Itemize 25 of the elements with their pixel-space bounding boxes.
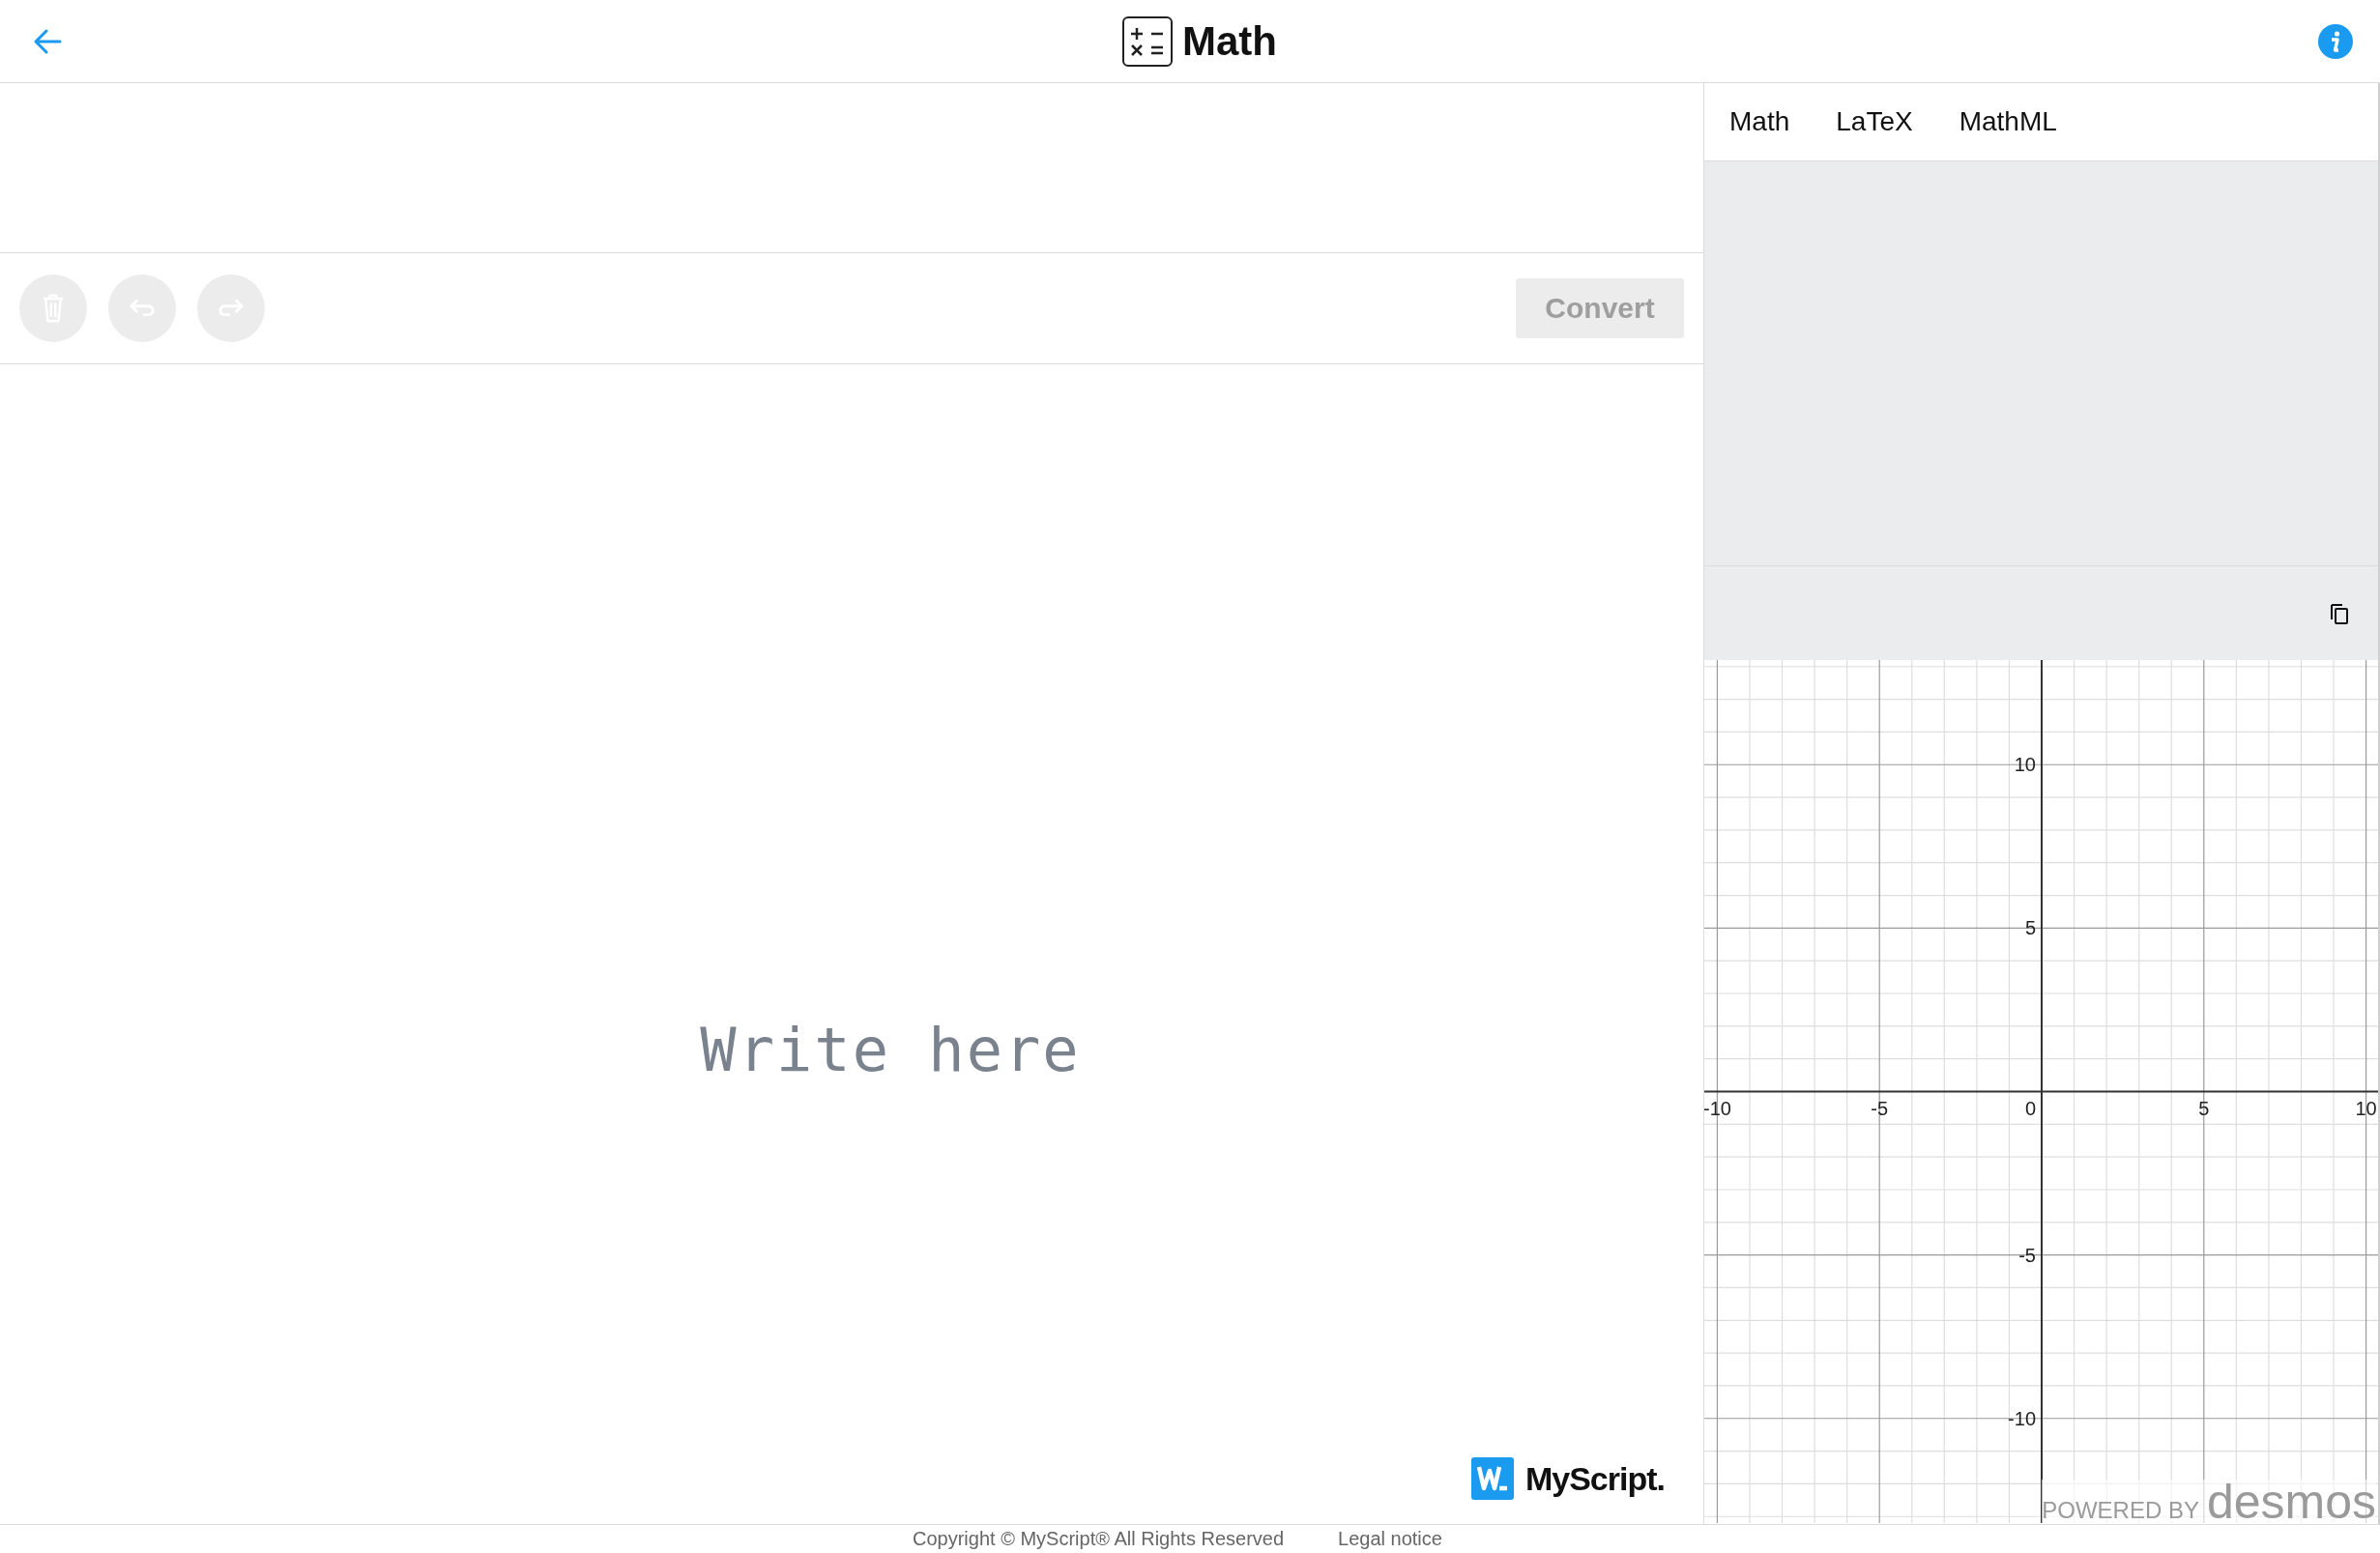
copy-icon[interactable] [2328,601,2351,625]
x-tick-label: 10 [2355,1097,2377,1119]
y-tick-label: 5 [2024,917,2036,939]
y-tick-label: 10 [2014,754,2036,776]
legal-notice-link[interactable]: Legal notice [1338,1528,1442,1550]
origin-label: 0 [2024,1097,2036,1119]
format-tab[interactable]: MathML [1959,106,2057,137]
writing-canvas[interactable]: Write here MyScript. [0,364,1703,1524]
myscript-brand: MyScript. [1524,1459,1665,1498]
desmos-brand: desmos [2206,1480,2376,1524]
y-tick-label: -10 [2008,1407,2036,1429]
y-tick-label: -5 [2018,1244,2036,1266]
calculator-icon [1122,15,1173,67]
format-tab[interactable]: Math [1729,106,1790,137]
format-tab[interactable]: LaTeX [1836,106,1913,137]
myscript-logo-icon [1470,1457,1514,1500]
x-tick-label: 5 [2198,1097,2210,1119]
app-title: Math [1182,17,1277,65]
powered-by-text: POWERED BY [2042,1497,2199,1524]
x-tick-label: -5 [1871,1097,1889,1119]
back-arrow-icon[interactable] [33,27,62,55]
x-tick-label: -10 [1704,1097,1731,1119]
write-here-placeholder: Write here [700,1015,1081,1085]
info-icon[interactable] [2318,23,2353,59]
copyright-text: Copyright © MyScript® All Rights Reserved [913,1528,1285,1550]
